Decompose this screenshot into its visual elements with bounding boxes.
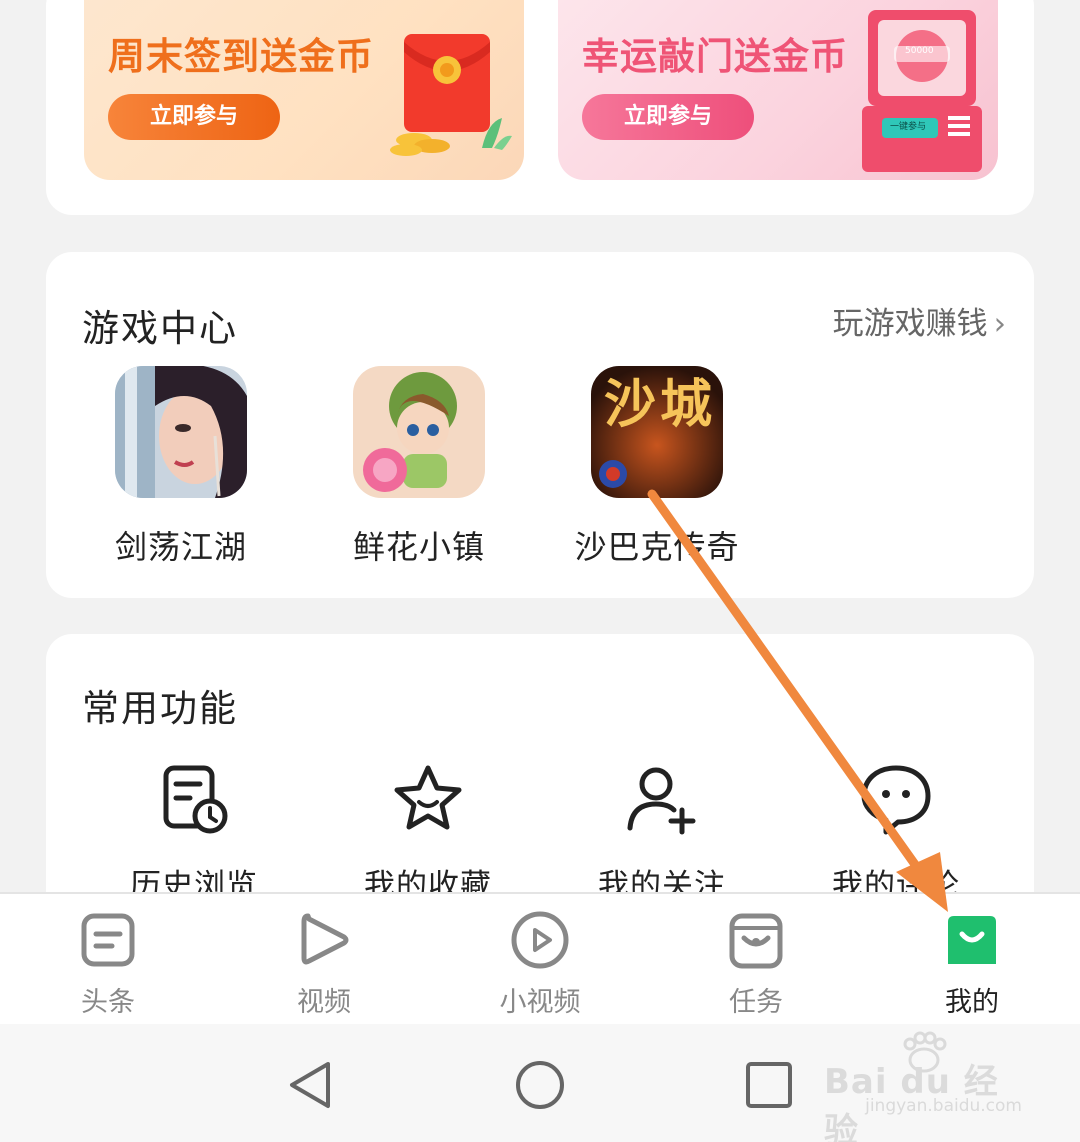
bottom-nav: 头条 视频 小视频 任务 我的 [0,892,1080,1024]
watermark-url: jingyan.baidu.com [865,1096,1022,1116]
game-item-jiandang-jianghu[interactable]: 剑荡江湖 [96,366,266,568]
machine-amount: 50000 [905,46,934,56]
game-item-shabake-chuanqi[interactable]: 沙城 沙巴克传奇 [572,366,742,568]
game-name: 剑荡江湖 [114,528,247,566]
nav-label: 视频 [297,987,351,1018]
baidu-jingyan-watermark: Bai du 经验 jingyan.baidu.com [824,1024,1024,1142]
history-icon [163,765,228,834]
history-browse-item[interactable]: 历史浏览 [94,760,294,905]
join-now-button[interactable]: 立即参与 [108,94,280,140]
favorite-star-icon [394,765,462,830]
game-icon [353,366,485,498]
lucky-knock-promo[interactable]: 幸运敲门送金币 立即参与 50000 一键参与 [558,0,998,180]
nav-label: 任务 [729,987,783,1018]
nav-item-task[interactable]: 任务 [696,908,816,1019]
nav-item-video[interactable]: 视频 [264,908,384,1019]
nav-label: 我的 [945,987,999,1018]
my-comments-item[interactable]: 我的评论 [796,760,996,905]
follow-user-icon [627,767,696,835]
common-functions-card: 常用功能 历史浏览 我的收藏 我的关注 我的评论 [46,634,1034,934]
red-envelope-icon [390,34,512,156]
game-name: 沙巴克传奇 [574,528,740,566]
section-title: 常用功能 [82,687,238,730]
game-name: 鲜花小镇 [352,528,485,566]
my-follows-item[interactable]: 我的关注 [562,760,762,905]
nav-item-short-video[interactable]: 小视频 [480,908,600,1019]
recent-apps-square-icon[interactable] [742,1058,796,1112]
prize-machine-icon [862,10,982,172]
home-circle-icon[interactable] [513,1058,567,1112]
profile-icon [948,916,996,964]
back-triangle-icon[interactable] [284,1058,338,1112]
short-video-icon [511,911,569,969]
headline-icon [81,913,135,967]
my-favorites-item[interactable]: 我的收藏 [328,760,528,905]
nav-item-headline[interactable]: 头条 [48,908,168,1019]
comment-icon [861,765,931,835]
nav-item-profile[interactable]: 我的 [912,908,1032,1019]
promo-card: 周末签到送金币 立即参与 幸运敲门送金币 立即参与 50000 一键参与 [46,0,1034,215]
join-now-button[interactable]: 立即参与 [582,94,754,140]
promo-title: 周末签到送金币 [108,35,374,78]
task-icon [729,913,783,969]
game-icon-title: 沙城 [604,375,717,435]
machine-button: 一键参与 [890,122,927,132]
section-title: 游戏中心 [82,307,238,350]
chevron-right-icon: › [993,306,1006,342]
weekend-checkin-promo[interactable]: 周末签到送金币 立即参与 [84,0,524,180]
game-icon [115,366,247,498]
nav-label: 小视频 [499,987,581,1018]
nav-label: 头条 [81,987,135,1018]
play-games-earn-link[interactable]: 玩游戏赚钱 › [833,298,1006,343]
game-center-card: 游戏中心 玩游戏赚钱 › 剑荡江湖 鲜花小镇 沙城 沙巴克传奇 [46,252,1034,598]
promo-title: 幸运敲门送金币 [582,35,848,78]
game-item-xianhua-xiaozhen[interactable]: 鲜花小镇 [334,366,504,568]
video-play-icon [301,913,349,965]
